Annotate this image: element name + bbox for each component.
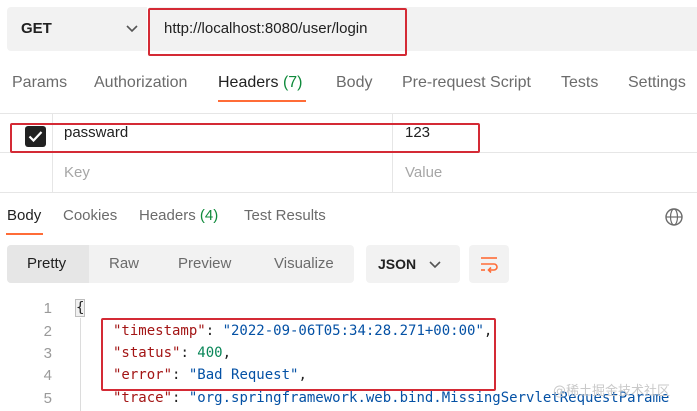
view-pretty[interactable]: Pretty (27, 255, 66, 272)
request-tabs: Params Authorization Headers (7) Body Pr… (0, 62, 697, 106)
header-highlight-box (10, 123, 480, 153)
tab-cookies[interactable]: Cookies (63, 207, 117, 224)
tab-authorization[interactable]: Authorization (94, 74, 187, 92)
tab-response-headers-label: Headers (139, 207, 196, 224)
wrap-lines-button[interactable] (469, 245, 509, 283)
tab-headers[interactable]: Headers (7) (218, 74, 303, 92)
format-select[interactable]: JSON (366, 245, 460, 283)
method-select[interactable]: GET (7, 7, 147, 51)
view-preview[interactable]: Preview (178, 255, 231, 272)
line-number: 4 (43, 367, 52, 384)
json-key: "trace" (113, 390, 173, 406)
tab-response-body[interactable]: Body (7, 207, 41, 224)
column-divider (52, 153, 53, 193)
line-number: 3 (43, 345, 52, 362)
line-number: 2 (43, 323, 52, 340)
tab-headers-label: Headers (218, 74, 279, 91)
tab-body[interactable]: Body (336, 74, 372, 92)
response-highlight-box (101, 318, 496, 391)
key-placeholder[interactable]: Key (64, 164, 90, 181)
view-raw[interactable]: Raw (109, 255, 139, 272)
column-divider (392, 153, 393, 193)
globe-icon[interactable] (664, 207, 684, 227)
watermark: @稀土掘金技术社区 (553, 384, 671, 399)
tab-params[interactable]: Params (12, 74, 67, 92)
chevron-down-icon (429, 261, 441, 269)
url-highlight-box (148, 8, 407, 56)
tab-headers-count: (7) (282, 74, 303, 91)
table-row: Key Value (0, 153, 697, 193)
url-bar: GET http://localhost:8080/user/login (0, 0, 697, 62)
tab-tests[interactable]: Tests (561, 74, 598, 92)
wrap-lines-icon (481, 257, 498, 274)
active-response-tab-indicator (6, 233, 43, 235)
line-number: 1 (43, 300, 52, 317)
view-mode-selector: Pretty Raw Preview Visualize (7, 245, 354, 283)
method-label: GET (21, 20, 52, 37)
active-tab-indicator (218, 100, 306, 102)
line-number: 5 (43, 390, 52, 407)
tab-test-results[interactable]: Test Results (244, 207, 326, 224)
tab-settings[interactable]: Settings (628, 74, 686, 92)
chevron-down-icon (126, 25, 138, 33)
open-brace: { (74, 299, 86, 317)
tab-response-headers-count: (4) (199, 207, 219, 224)
format-label: JSON (378, 256, 417, 272)
tab-pre-request-script[interactable]: Pre-request Script (402, 74, 531, 92)
value-placeholder[interactable]: Value (405, 164, 442, 181)
view-visualize[interactable]: Visualize (274, 255, 334, 272)
code-line: { (74, 299, 86, 317)
response-tabs: Body Cookies Headers (4) Test Results (0, 198, 697, 238)
tab-response-headers[interactable]: Headers (4) (139, 207, 218, 224)
